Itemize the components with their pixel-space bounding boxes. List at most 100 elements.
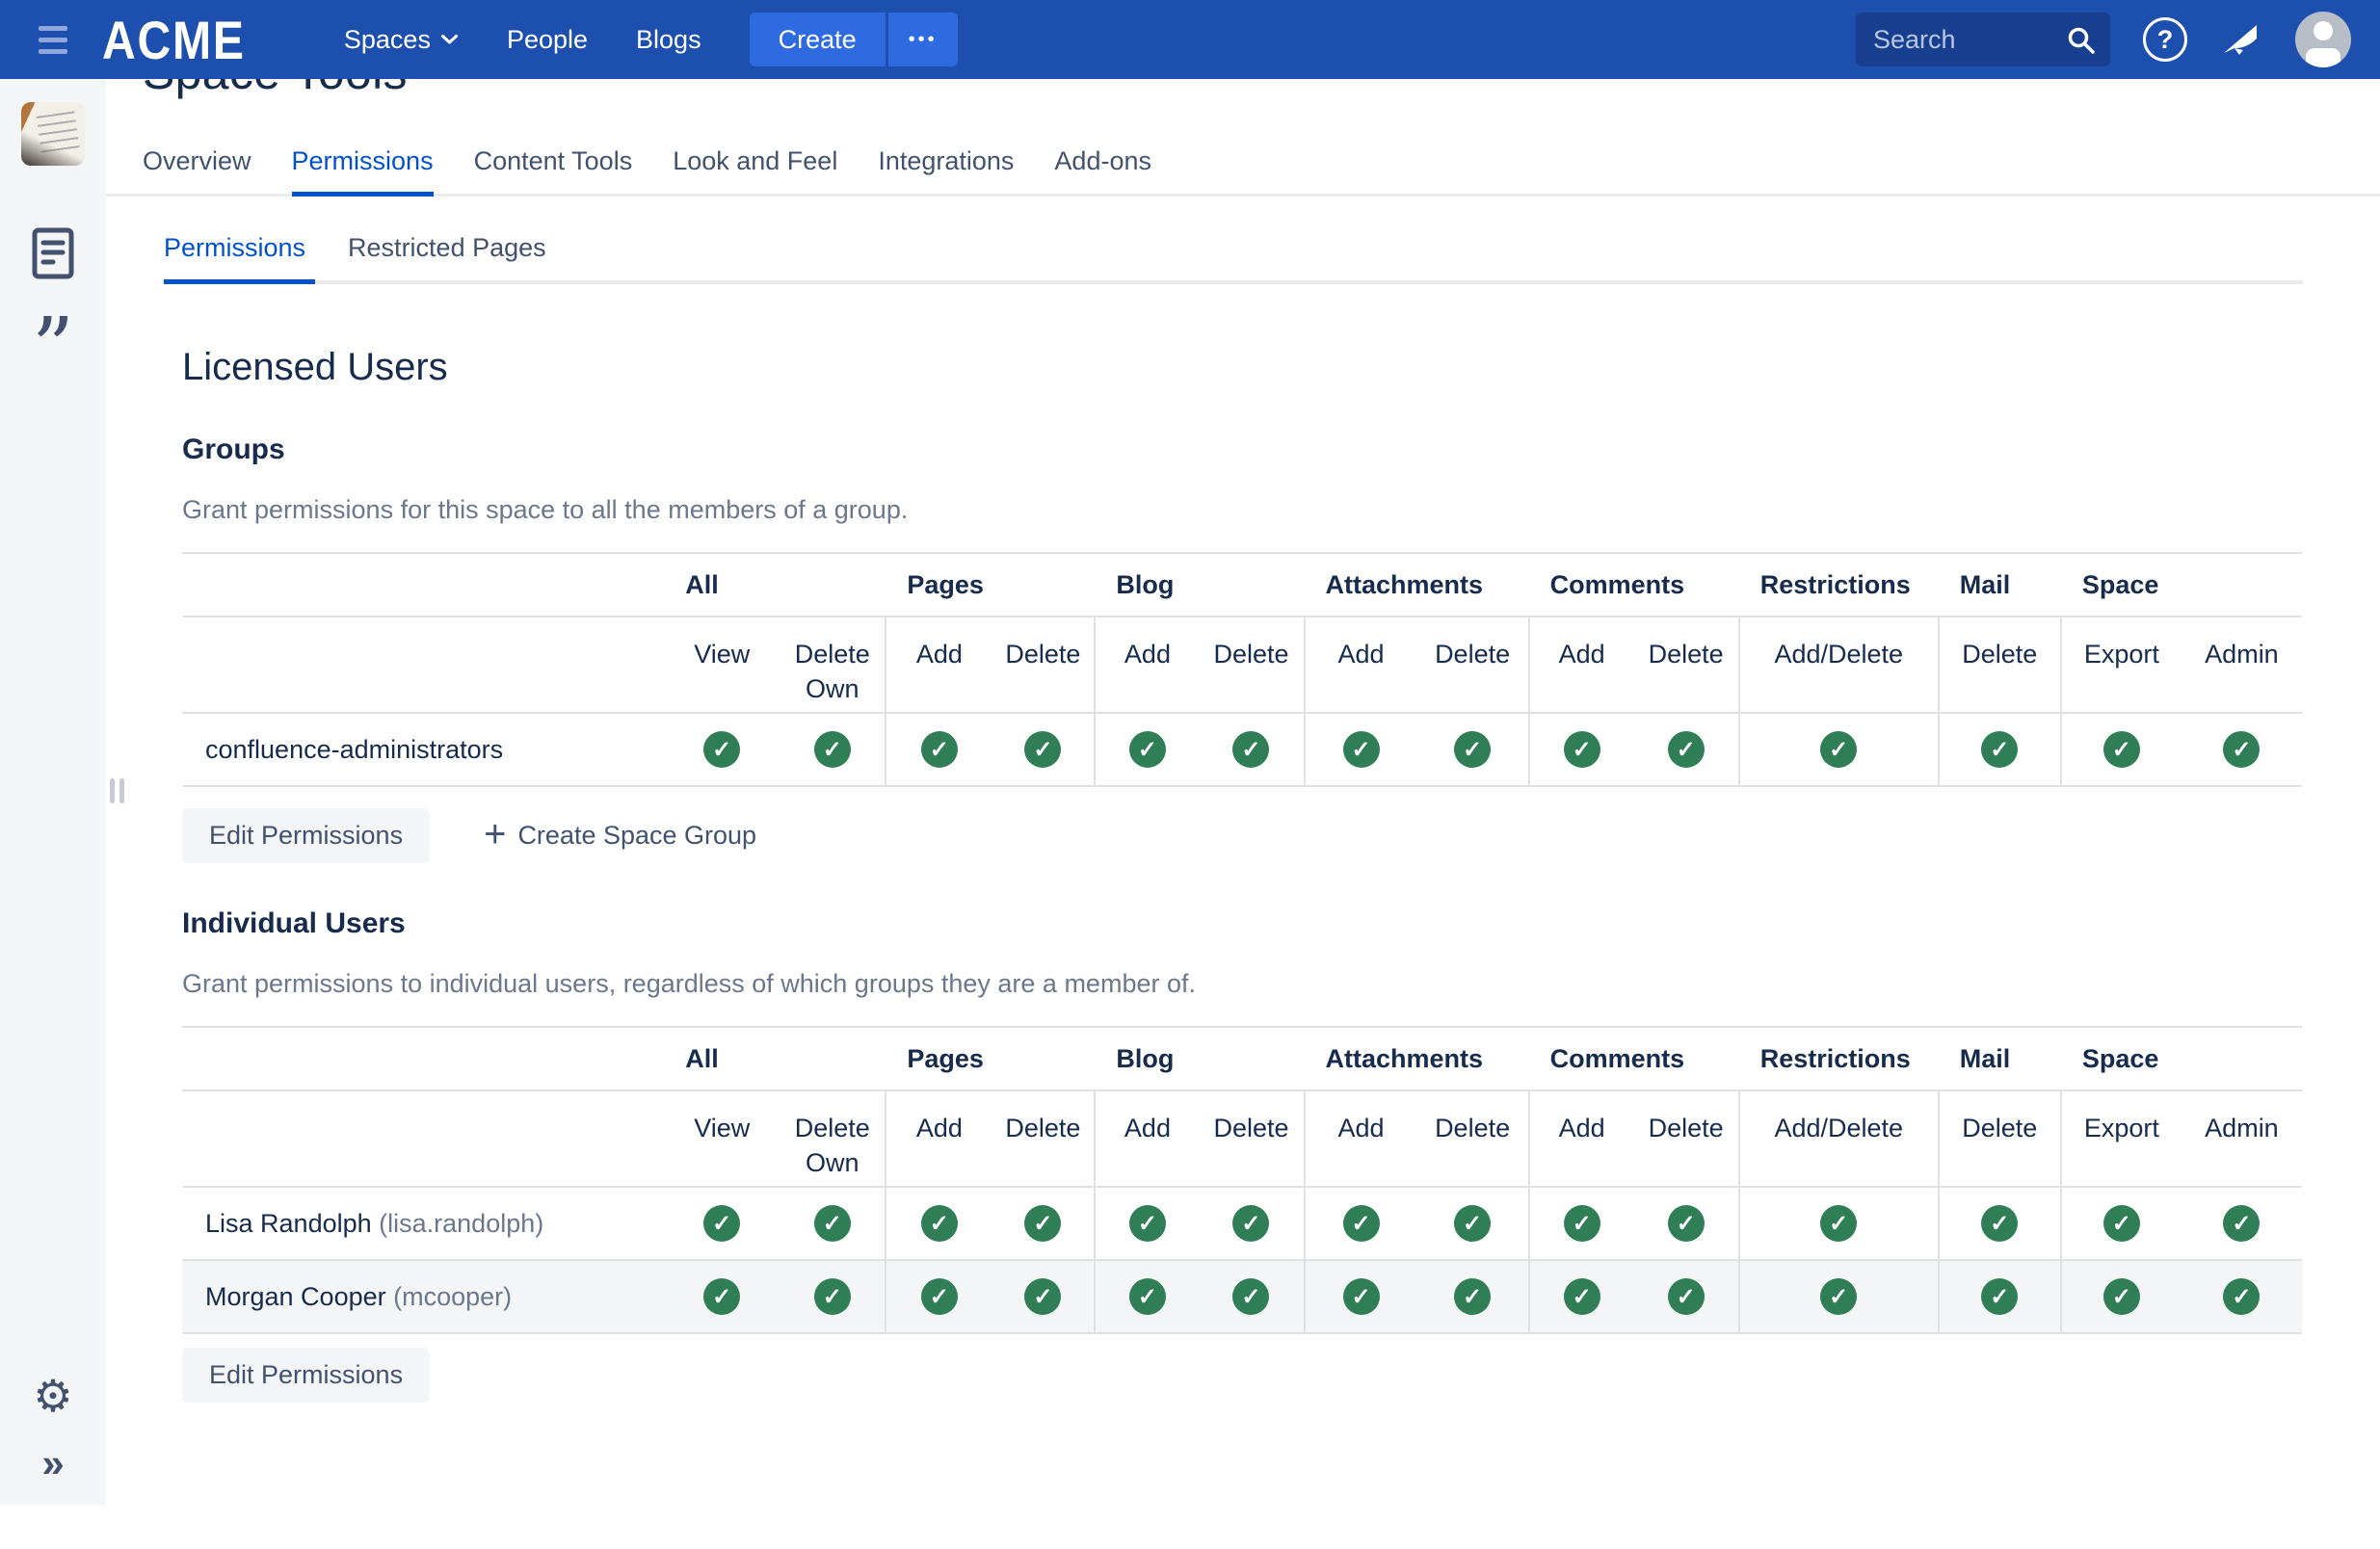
- column-header-mail-delete: Delete: [1939, 1090, 2061, 1187]
- table-row: Lisa Randolph (lisa.randolph)✓✓✓✓✓✓✓✓✓✓✓…: [182, 1187, 2302, 1260]
- tab-integrations[interactable]: Integrations: [878, 135, 1014, 194]
- permission-granted-icon: ✓: [1564, 1278, 1600, 1315]
- permission-granted-icon: ✓: [1820, 731, 1857, 768]
- space-logo[interactable]: [21, 102, 85, 166]
- individual-permissions-table-mount: AllPagesBlogAttachmentsCommentsRestricti…: [182, 1026, 2380, 1334]
- column-group-pages: Pages: [886, 1027, 1095, 1090]
- user-avatar[interactable]: [2295, 12, 2351, 67]
- permission-granted-icon: ✓: [1024, 1205, 1061, 1242]
- column-header-all-delete-own: Delete Own: [780, 617, 886, 713]
- table-row: Morgan Cooper (mcooper)✓✓✓✓✓✓✓✓✓✓✓✓✓✓: [182, 1260, 2302, 1333]
- column-header-blog-delete: Delete: [1199, 1090, 1304, 1187]
- individual-users-heading: Individual Users: [182, 907, 2380, 940]
- edit-permissions-button[interactable]: Edit Permissions: [182, 808, 430, 863]
- column-group-restrictions: Restrictions: [1739, 1027, 1939, 1090]
- column-header-space-export: Export: [2061, 1090, 2182, 1187]
- create-button[interactable]: Create: [750, 13, 886, 66]
- navbar-item-blogs[interactable]: Blogs: [636, 25, 701, 55]
- permission-granted-icon: ✓: [814, 1205, 851, 1242]
- permission-granted-icon: ✓: [921, 1278, 958, 1315]
- permission-granted-icon: ✓: [1668, 731, 1705, 768]
- hamburger-icon[interactable]: [39, 26, 67, 54]
- subtab-permissions[interactable]: Permissions: [164, 229, 305, 280]
- tab-look-and-feel[interactable]: Look and Feel: [673, 135, 837, 194]
- permission-granted-icon: ✓: [1343, 1205, 1380, 1242]
- search-input[interactable]: [1871, 24, 2066, 56]
- column-group-space: Space: [2061, 553, 2302, 617]
- subtab-restricted-pages[interactable]: Restricted Pages: [348, 229, 546, 280]
- search-icon: [2066, 25, 2095, 54]
- column-header-attachments-delete: Delete: [1417, 1090, 1529, 1187]
- column-header-attachments-delete: Delete: [1417, 617, 1529, 713]
- navbar-item-spaces[interactable]: Spaces: [344, 25, 459, 55]
- sidebar-resize-handle[interactable]: [110, 778, 124, 803]
- permission-granted-icon: ✓: [921, 1205, 958, 1242]
- column-header-comments-add: Add: [1529, 617, 1634, 713]
- permission-granted-icon: ✓: [1232, 731, 1269, 768]
- edit-permissions-button[interactable]: Edit Permissions: [182, 1348, 430, 1403]
- permission-granted-icon: ✓: [2223, 1278, 2260, 1315]
- tab-add-ons[interactable]: Add-ons: [1054, 135, 1151, 194]
- navbar-items: Spaces People Blogs: [296, 25, 701, 55]
- tab-overview[interactable]: Overview: [143, 135, 251, 194]
- permission-granted-icon: ✓: [1668, 1278, 1705, 1315]
- gear-icon[interactable]: ⚙: [33, 1374, 72, 1418]
- navbar-item-people[interactable]: People: [507, 25, 588, 55]
- permission-granted-icon: ✓: [814, 1278, 851, 1315]
- permission-granted-icon: ✓: [2223, 731, 2260, 768]
- permission-granted-icon: ✓: [1232, 1278, 1269, 1315]
- column-header-restrictions-add-delete: Add/Delete: [1739, 617, 1939, 713]
- sidebar: ” ⚙ »: [0, 79, 106, 1505]
- column-group-mail: Mail: [1939, 553, 2061, 617]
- permission-granted-icon: ✓: [2103, 1278, 2140, 1315]
- column-header-attachments-add: Add: [1305, 1090, 1417, 1187]
- main-content: Space Tools OverviewPermissionsContent T…: [106, 44, 2380, 1403]
- column-header-pages-add: Add: [886, 1090, 992, 1187]
- column-group-comments: Comments: [1529, 1027, 1739, 1090]
- permission-granted-icon: ✓: [2103, 1205, 2140, 1242]
- permission-granted-icon: ✓: [1129, 731, 1166, 768]
- quote-icon[interactable]: ”: [32, 329, 74, 368]
- navbar-item-label: Spaces: [344, 25, 431, 55]
- permission-granted-icon: ✓: [1820, 1205, 1857, 1242]
- permission-granted-icon: ✓: [1129, 1278, 1166, 1315]
- permission-granted-icon: ✓: [1343, 731, 1380, 768]
- navbar-item-label: Blogs: [636, 25, 701, 55]
- tab-permissions[interactable]: Permissions: [292, 135, 434, 194]
- permission-granted-icon: ✓: [1668, 1205, 1705, 1242]
- column-header-space-export: Export: [2061, 617, 2182, 713]
- column-header-blog-add: Add: [1095, 617, 1199, 713]
- top-navbar: ACME Spaces People Blogs Create ••• ?: [0, 0, 2380, 79]
- column-header-comments-delete: Delete: [1634, 1090, 1739, 1187]
- column-header-all-delete-own: Delete Own: [780, 1090, 886, 1187]
- permission-granted-icon: ✓: [703, 731, 740, 768]
- column-group-comments: Comments: [1529, 553, 1739, 617]
- groups-heading: Groups: [182, 433, 2380, 466]
- app-logo[interactable]: ACME: [102, 9, 246, 71]
- column-header-pages-delete: Delete: [992, 617, 1095, 713]
- search-box[interactable]: [1856, 13, 2110, 66]
- create-space-group-label: Create Space Group: [517, 821, 756, 851]
- create-space-group-link[interactable]: + Create Space Group: [484, 819, 756, 853]
- document-icon[interactable]: [32, 227, 74, 279]
- help-icon[interactable]: ?: [2143, 17, 2187, 62]
- permission-granted-icon: ✓: [2223, 1205, 2260, 1242]
- licensed-users-heading: Licensed Users: [182, 346, 2380, 389]
- tab-content-tools[interactable]: Content Tools: [474, 135, 633, 194]
- permission-granted-icon: ✓: [1454, 1278, 1491, 1315]
- permission-granted-icon: ✓: [1024, 1278, 1061, 1315]
- groups-description: Grant permissions for this space to all …: [182, 495, 2380, 525]
- column-group-space: Space: [2061, 1027, 2302, 1090]
- user-name: Morgan Cooper (mcooper): [182, 1260, 664, 1333]
- double-chevron-right-icon[interactable]: »: [41, 1443, 64, 1483]
- group-name: confluence-administrators: [182, 713, 664, 786]
- more-actions-button[interactable]: •••: [888, 13, 958, 66]
- column-header-comments-delete: Delete: [1634, 617, 1739, 713]
- column-header-blog-delete: Delete: [1199, 617, 1304, 713]
- permission-granted-icon: ✓: [2103, 731, 2140, 768]
- permission-granted-icon: ✓: [921, 731, 958, 768]
- permission-granted-icon: ✓: [1129, 1205, 1166, 1242]
- username: (lisa.randolph): [372, 1209, 544, 1238]
- navbar-item-label: People: [507, 25, 588, 55]
- notifications-icon[interactable]: [2220, 22, 2261, 57]
